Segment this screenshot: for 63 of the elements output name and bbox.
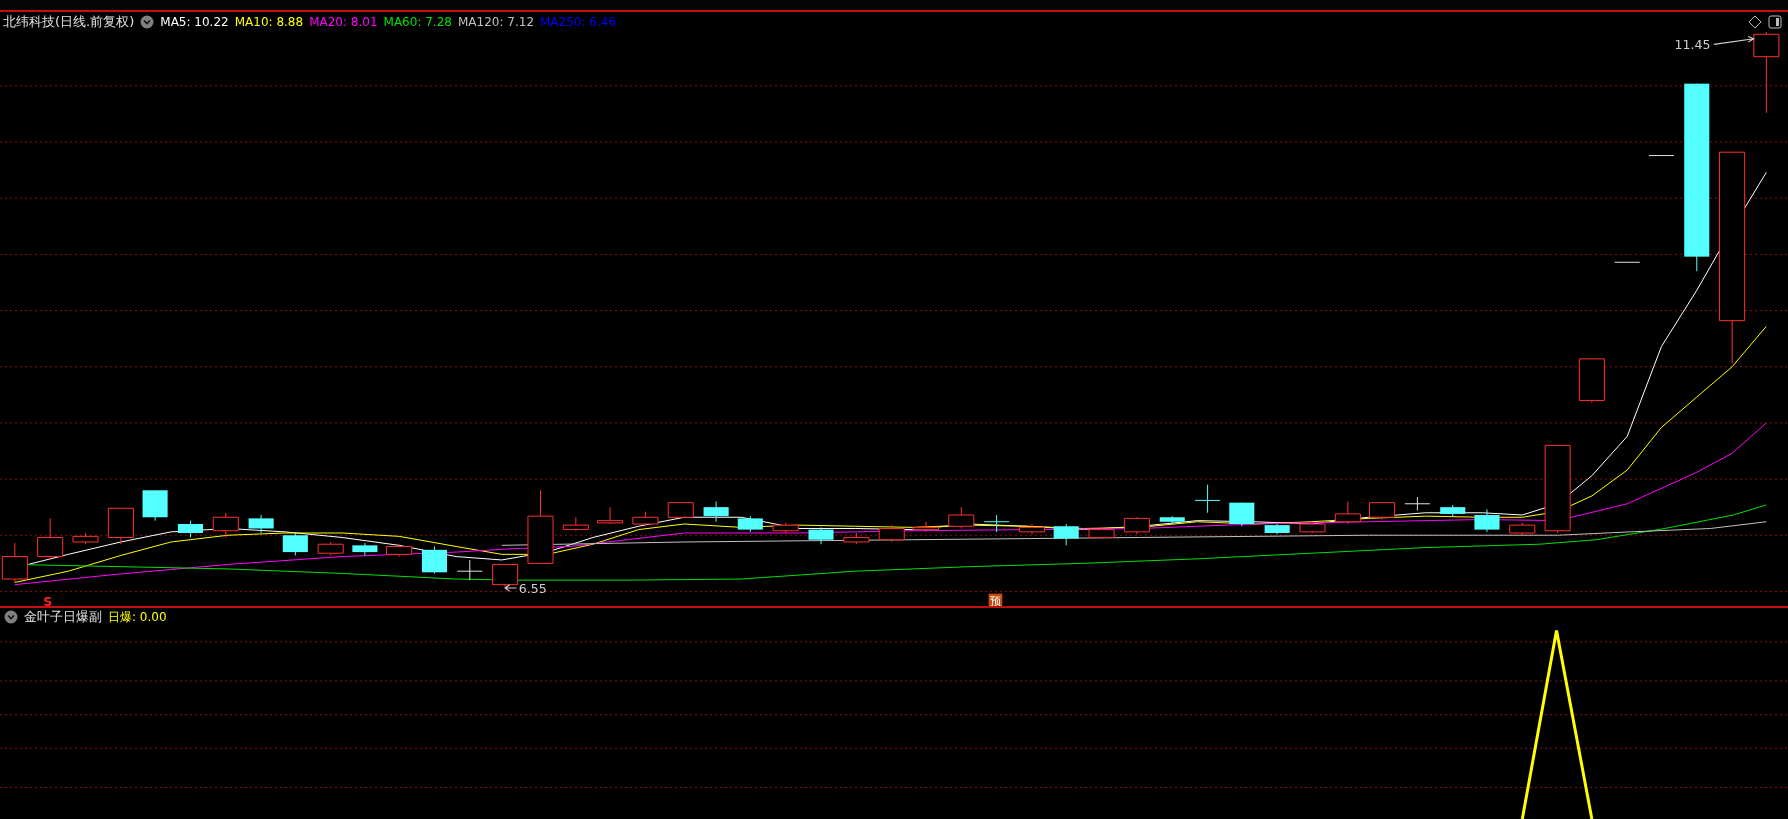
candlestick bbox=[667, 502, 694, 519]
candlestick bbox=[282, 532, 308, 556]
candlestick bbox=[1123, 516, 1150, 535]
candlestick bbox=[1404, 496, 1431, 511]
panel-toggle-icon[interactable] bbox=[1768, 15, 1782, 29]
candlestick bbox=[1334, 501, 1361, 525]
candlestick bbox=[37, 517, 64, 561]
dropdown-chevron-icon[interactable] bbox=[140, 15, 155, 29]
ma-value: MA60: 7.28 bbox=[383, 15, 452, 29]
candlestick bbox=[492, 563, 519, 588]
candlestick bbox=[737, 515, 763, 533]
ma-value: MA10: 8.88 bbox=[234, 15, 304, 29]
sell-signal-marker: S bbox=[43, 594, 53, 606]
candlestick bbox=[1440, 504, 1466, 518]
candlestick bbox=[352, 542, 378, 556]
candlestick bbox=[1614, 261, 1641, 263]
candlestick bbox=[1299, 522, 1326, 534]
ma-value: MA5: 10.22 bbox=[160, 15, 229, 29]
candlestick bbox=[772, 522, 799, 534]
candlestick bbox=[1264, 523, 1290, 535]
dropdown-chevron-icon[interactable] bbox=[4, 610, 18, 624]
candlestick bbox=[1194, 484, 1221, 514]
candlestick bbox=[632, 511, 659, 527]
candlestick bbox=[912, 521, 939, 533]
candlestick bbox=[248, 514, 274, 534]
candlestick bbox=[142, 489, 168, 522]
candlestick bbox=[212, 512, 239, 538]
candlestick bbox=[72, 532, 99, 545]
candlestick bbox=[843, 532, 870, 545]
low-price-label: 6.55 bbox=[518, 580, 547, 596]
low-price-arrow-icon bbox=[504, 584, 518, 592]
candlestick bbox=[703, 501, 729, 523]
candlestick bbox=[177, 520, 203, 538]
candlestick bbox=[1053, 523, 1079, 546]
candlestick bbox=[1648, 155, 1675, 157]
candlestick bbox=[1474, 508, 1500, 533]
candlestick bbox=[107, 507, 134, 545]
candlestick bbox=[1229, 502, 1255, 527]
diamond-icon[interactable] bbox=[1748, 15, 1762, 29]
indicator-value: 日爆: 0.00 bbox=[108, 608, 167, 626]
ma-value: MA250: 6.46 bbox=[540, 15, 617, 29]
candlestick bbox=[983, 514, 1010, 533]
candlestick bbox=[1018, 523, 1045, 535]
candlestick bbox=[386, 543, 413, 558]
candlestick bbox=[456, 559, 483, 581]
candlestick bbox=[597, 506, 624, 525]
candlestick bbox=[1578, 358, 1605, 404]
candlestick bbox=[1159, 515, 1185, 525]
candlestick bbox=[878, 524, 905, 543]
ma-value: MA20: 8.01 bbox=[309, 15, 378, 29]
indicator-title: 金叶子日爆副 bbox=[24, 608, 102, 626]
candlestick bbox=[562, 516, 589, 532]
candlestick bbox=[1088, 526, 1115, 540]
candlestick bbox=[1509, 522, 1536, 536]
candlestick bbox=[421, 545, 447, 574]
candlestick bbox=[808, 526, 834, 545]
candlestick bbox=[1369, 502, 1396, 520]
high-price-arrow-icon bbox=[1713, 35, 1756, 45]
candlestick bbox=[317, 541, 344, 556]
chart-title: 北纬科技(日线.前复权) bbox=[3, 13, 135, 31]
candlestick bbox=[948, 506, 975, 529]
high-price-label: 11.45 bbox=[1674, 36, 1711, 52]
ma-value: MA120: 7.12 bbox=[457, 15, 534, 29]
